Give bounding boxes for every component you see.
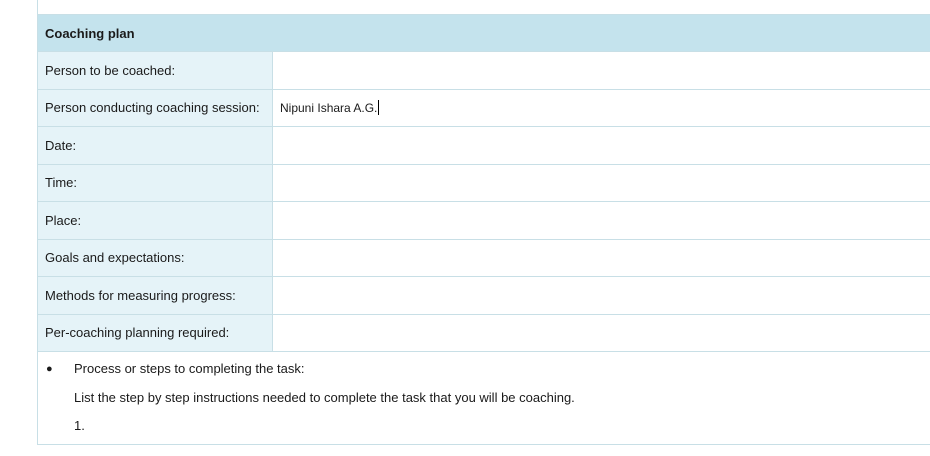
person-to-be-coached-field[interactable] [273,52,930,89]
table-row-planning: Per-coaching planning required: [38,314,930,352]
coaching-plan-header: Coaching plan [38,15,930,52]
coach-name-value: Nipuni Ishara A.G. [280,100,378,115]
row-label: Person conducting coaching session: [38,89,273,126]
instruction-text: List the step by step instructions neede… [74,390,575,405]
row-label: Person to be coached: [38,52,273,89]
row-label: Per-coaching planning required: [38,314,273,351]
bullet-icon: ● [46,362,53,375]
table-row-time: Time: [38,164,930,202]
coaching-plan-table: Coaching plan Person to be coached: Pers… [37,14,930,352]
goals-field[interactable] [273,240,930,277]
process-notes-section[interactable]: ● Process or steps to completing the tas… [37,351,930,445]
row-label: Place: [38,202,273,239]
time-field[interactable] [273,165,930,202]
numbered-step: 1. [74,418,85,433]
table-row-methods: Methods for measuring progress: [38,277,930,315]
methods-field[interactable] [273,277,930,314]
date-field[interactable] [273,127,930,164]
bullet-list-item: ● Process or steps to completing the tas… [46,361,305,376]
text-cursor [378,100,380,116]
coach-name-field[interactable]: Nipuni Ishara A.G. [273,90,930,127]
row-label: Date: [38,127,273,164]
page-margin-rule [37,0,38,14]
coaching-plan-title: Coaching plan [45,25,135,41]
table-row-place: Place: [38,202,930,240]
row-label: Time: [38,164,273,201]
bullet-text: Process or steps to completing the task: [74,361,305,376]
place-field[interactable] [273,202,930,239]
planning-field[interactable] [273,315,930,352]
table-row-goals: Goals and expectations: [38,239,930,277]
row-label: Goals and expectations: [38,239,273,276]
document-page: Coaching plan Person to be coached: Pers… [0,0,930,456]
table-row-date: Date: [38,127,930,165]
table-row-coach: Person conducting coaching session: Nipu… [38,89,930,127]
row-label: Methods for measuring progress: [38,277,273,314]
table-row-person-to-be-coached: Person to be coached: [38,52,930,90]
